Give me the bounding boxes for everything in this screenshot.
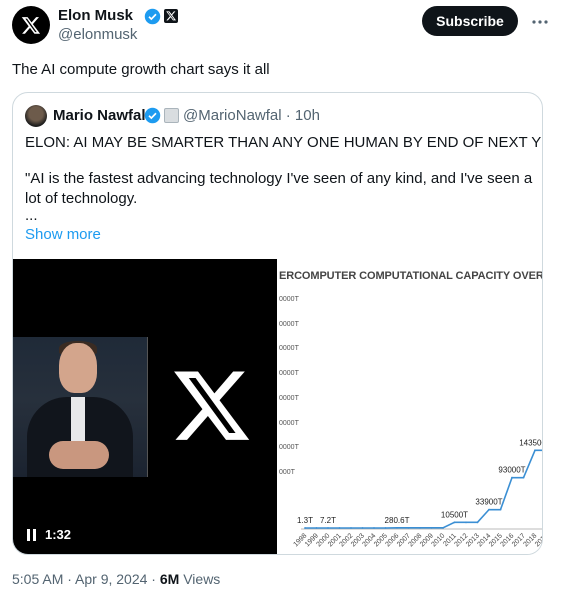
data-label: 93000T [498, 466, 525, 475]
data-point [499, 508, 502, 511]
data-point [465, 521, 467, 524]
data-point [488, 508, 490, 511]
x-logo-icon [174, 371, 250, 440]
video-controls[interactable]: 1:32 [27, 527, 71, 542]
verified-badge-icon [144, 8, 161, 25]
data-point [396, 526, 398, 529]
data-point [534, 449, 536, 452]
data-label: 280.6T [385, 516, 410, 525]
pause-icon[interactable] [27, 528, 37, 541]
data-label: 7.2T [320, 516, 336, 525]
data-point [430, 526, 433, 529]
data-label: 1.3T [297, 516, 313, 525]
chart-plot: 1.3T7.2T280.6T10500T33900T93000T143500T4… [292, 438, 543, 548]
author-handle[interactable]: @elonmusk [58, 26, 137, 44]
show-more-link[interactable]: Show more [25, 225, 101, 245]
post-header: Elon Musk @elonmusk Subscribe [12, 6, 553, 46]
series-line [305, 449, 542, 529]
data-point [350, 527, 352, 529]
quoted-post[interactable]: Mario Nawfal @MarioNawfal · 10h ELON: AI… [12, 92, 543, 555]
quoted-verified-badge-icon [144, 107, 161, 124]
post-footer: 5:05 AM · Apr 9, 2024 · 6M Views [12, 571, 220, 587]
views-count: 6M [159, 571, 180, 587]
data-point [419, 526, 421, 529]
author-name[interactable]: Elon Musk [58, 7, 133, 25]
quoted-affiliate-icon [164, 108, 179, 123]
data-point [453, 521, 456, 524]
video-player[interactable]: 1:32 [13, 259, 277, 554]
quoted-body: "AI is the fastest advancing technology … [25, 170, 533, 207]
x-logo-icon [21, 17, 41, 34]
data-label: 33900T [475, 498, 502, 507]
data-point [522, 476, 525, 479]
data-point [361, 527, 364, 529]
data-label: 143500T [519, 438, 543, 447]
data-point [511, 476, 513, 479]
post-timestamp[interactable]: 5:05 AM · Apr 9, 2024 · [12, 571, 160, 587]
quoted-ellipsis: ... [25, 207, 38, 224]
x-affiliate-icon [164, 9, 178, 23]
post-text: The AI compute growth chart says it all [12, 61, 270, 78]
quoted-headline: ELON: AI MAY BE SMARTER THAN ANY ONE HUM… [25, 134, 543, 151]
speaker-photo [13, 337, 147, 477]
data-point [304, 527, 306, 529]
quoted-avatar [25, 105, 47, 127]
views-label: Views [179, 571, 221, 587]
video-duration: 1:32 [45, 527, 72, 542]
avatar[interactable] [12, 6, 50, 44]
data-point [327, 527, 329, 529]
data-point [407, 526, 410, 529]
data-point [476, 521, 479, 524]
more-options-icon[interactable] [530, 12, 550, 32]
data-point [442, 526, 444, 529]
data-point [338, 527, 341, 529]
data-label: 10500T [441, 510, 468, 519]
subscribe-button[interactable]: Subscribe [422, 6, 518, 36]
quoted-author-name: Mario Nawfal [53, 107, 146, 124]
data-point [373, 527, 375, 529]
compute-chart: ERCOMPUTER COMPUTATIONAL CAPACITY OVER T… [277, 259, 543, 554]
quoted-handle-time: @MarioNawfal · 10h [183, 107, 320, 124]
data-point [384, 527, 387, 529]
data-point [315, 527, 318, 529]
